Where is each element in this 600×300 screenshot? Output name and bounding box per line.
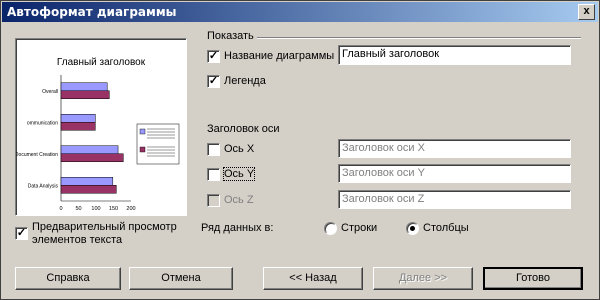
preview-text-checkbox[interactable]: ✓ [15,227,28,240]
legend-checkbox[interactable]: ✓ [207,75,220,88]
axis-y-label: Ось Y [222,167,256,181]
axis-x-title-input[interactable]: Заголовок оси X [338,139,571,158]
chart-title-input[interactable]: Главный заголовок [338,45,571,65]
y-tick-label: Data Analysis [28,183,59,189]
bar [60,145,119,154]
x-tick-label: 50 [75,206,81,212]
y-tick-label: Document Creation [16,152,58,158]
bar [60,90,110,99]
axis-y-checkbox[interactable] [207,168,220,181]
bar [60,122,96,131]
show-group-divider [257,37,581,39]
series-rows-label: Строки [341,222,378,234]
y-tick-label: Overall [42,89,58,95]
x-tick-label: 150 [109,206,118,212]
chart-title: Главный заголовок [57,57,146,68]
axis-z-label: Ось Z [224,194,254,206]
axis-z-checkbox[interactable] [207,194,220,207]
x-tick-label: 200 [126,206,135,212]
bar [60,185,117,194]
series-columns-label: Столбцы [423,222,469,234]
cancel-button[interactable]: Отмена [129,267,233,290]
check-mark-icon: ✓ [16,227,27,239]
series-rows-radio[interactable] [324,222,337,235]
back-button[interactable]: << Назад [263,267,363,290]
show-group-label: Показать [207,30,254,42]
series-columns-radio[interactable] [406,222,419,235]
x-tick-label: 100 [91,206,100,212]
bar [60,82,108,91]
window-title: Автоформат диаграммы [7,5,177,19]
series-in-label: Ряд данных в: [201,222,274,234]
close-button[interactable]: x [578,4,595,20]
check-mark-icon: ✓ [208,50,219,62]
radio-dot-icon [410,226,415,231]
help-button[interactable]: Справка [15,267,121,290]
check-mark-icon: ✓ [208,75,219,87]
preview-text-label: Предварительный просмотр элементов текст… [32,221,177,246]
done-button[interactable]: Готово [483,267,583,290]
legend-swatch [139,128,146,135]
y-tick-label: ommunication [27,120,58,126]
axis-title-group-label: Заголовок оси [207,123,280,135]
axis-x-label: Ось X [224,143,255,155]
bar [60,153,124,162]
bar [60,177,114,186]
axis-x-checkbox[interactable] [207,143,220,156]
bar [60,114,96,123]
chart-preview: Главный заголовок 0 50 100 150 200 Data Analys… [15,38,187,216]
dialog-window: Автоформат диаграммы x Главный заголовок… [0,0,600,300]
chart-title-checkbox[interactable]: ✓ [207,50,220,63]
x-tick-label: 0 [59,206,62,212]
legend-swatch [139,146,146,153]
axis-z-title-input[interactable]: Заголовок оси Z [338,190,571,209]
legend-label: Легенда [224,75,266,87]
axis-y-title-input[interactable]: Заголовок оси Y [338,164,571,183]
title-bar: Автоформат диаграммы x [2,2,598,22]
next-button[interactable]: Далее >> [373,267,473,290]
chart-title-label: Название диаграммы [224,50,335,62]
chart-svg: Главный заголовок 0 50 100 150 200 Data Analys… [15,57,180,212]
